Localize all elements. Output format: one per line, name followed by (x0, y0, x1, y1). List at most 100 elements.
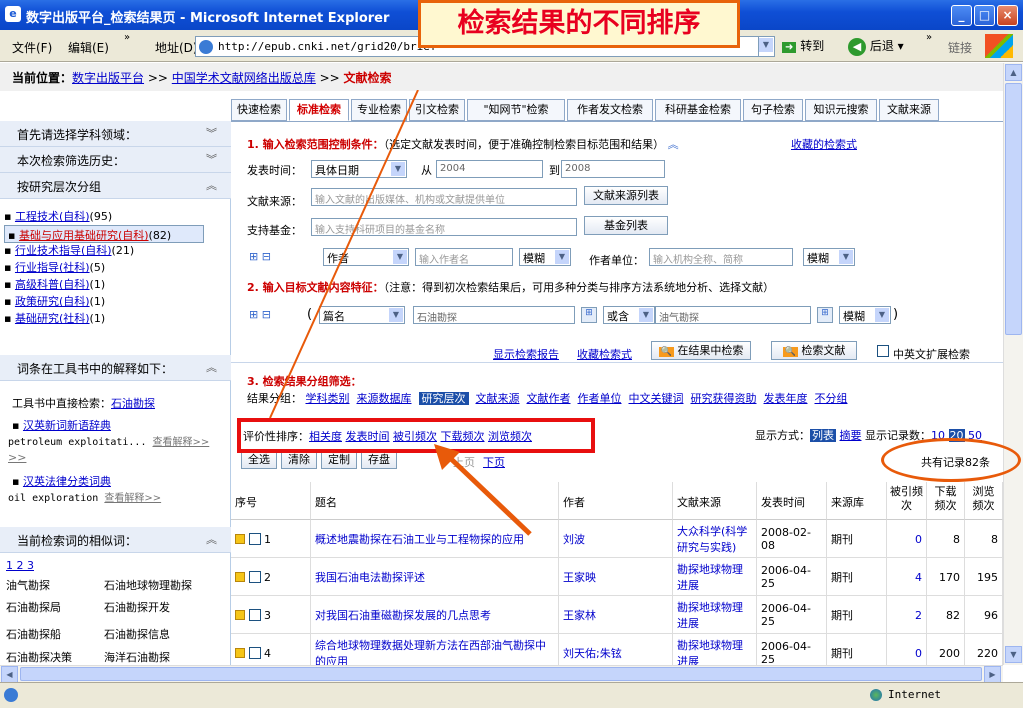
maximize-button[interactable]: □ (974, 5, 995, 26)
keyword2-input[interactable]: 油气勘探 (655, 306, 811, 324)
row-source[interactable]: 大众科学(科学研究与实践) (673, 520, 757, 558)
chevron-up-icon[interactable]: ︽ (668, 138, 679, 151)
go-button[interactable]: ➜ 转到 (782, 36, 824, 57)
row-title[interactable]: 对我国石油重磁勘探发展的几点思考 (311, 596, 559, 634)
col-header[interactable]: 下载频次 (927, 482, 965, 520)
scroll-down-icon[interactable]: ▼ (1005, 646, 1022, 663)
scroll-up-icon[interactable]: ▲ (1005, 64, 1022, 81)
saved-queries-link[interactable]: 收藏的检索式 (791, 136, 857, 152)
group-item-label[interactable]: 工程技术(自科) (15, 210, 90, 223)
group-item-label[interactable]: 行业指导(社科) (15, 261, 90, 274)
row-checkbox[interactable] (249, 609, 261, 621)
search-in-results-button[interactable]: 🔍 在结果中检索 (651, 341, 751, 360)
row-cited[interactable]: 0 (887, 520, 927, 558)
more-arrow[interactable]: » (926, 32, 932, 43)
table-row[interactable]: 2 我国石油电法勘探评述 王家映 勘探地球物理进展 2006-04-25 期刊 4 170 19… (231, 558, 1003, 596)
history-header[interactable]: 本次检索筛选历史： ︾ (0, 147, 231, 173)
row-author[interactable]: 王家林 (559, 596, 673, 634)
row-source[interactable]: 勘探地球物理进展 (673, 558, 757, 596)
row-cited[interactable]: 2 (887, 596, 927, 634)
tab-fund[interactable]: 科研基金检索 (655, 99, 741, 121)
author-match-select[interactable]: 模糊 ▼ (519, 248, 571, 266)
group-link[interactable]: 中文关键词 (629, 392, 684, 405)
tool-term-link[interactable]: 石油勘探 (111, 397, 155, 410)
row-checkbox[interactable] (249, 533, 261, 545)
row-checkbox[interactable] (249, 571, 261, 583)
similar-term[interactable]: 石油地球物理勘探 (104, 577, 192, 593)
date-to-input[interactable]: 2008 (561, 160, 665, 178)
scroll-thumb[interactable] (1005, 83, 1022, 335)
table-row[interactable]: 1 概述地震勘探在石油工业与工程物探的应用 刘波 大众科学(科学研究与实践) 2008-… (231, 520, 1003, 558)
tab-sentence[interactable]: 句子检索 (743, 99, 803, 121)
dict-link[interactable]: 汉英新词新语辞典 (23, 419, 111, 432)
group-link[interactable]: 文献来源 (476, 392, 520, 405)
menu-more[interactable]: » (124, 32, 130, 43)
address-dropdown[interactable]: ▼ (758, 36, 775, 57)
breadcrumb-home[interactable]: 数字出版平台 (72, 71, 144, 85)
horizontal-scrollbar[interactable]: ◀ ▶ (0, 665, 1003, 683)
tab-source[interactable]: 文献来源 (879, 99, 939, 121)
group-item-selected[interactable]: ▪ 基础与应用基础研究(自科)(82) (4, 225, 204, 243)
row-cited[interactable]: 4 (887, 558, 927, 596)
view-more-link[interactable]: >> (8, 451, 26, 464)
group-item-label[interactable]: 基础研究(社科) (15, 312, 90, 325)
scroll-thumb-h[interactable] (20, 667, 982, 681)
content-match-select[interactable]: 模糊 ▼ (839, 306, 891, 324)
group-item-label[interactable]: 政策研究(自科) (15, 295, 90, 308)
group-link[interactable]: 研究获得资助 (691, 392, 757, 405)
group-link[interactable]: 不分组 (815, 392, 848, 405)
scroll-right-icon[interactable]: ▶ (984, 666, 1001, 683)
back-button[interactable]: ◀ 后退 ▾ (848, 36, 904, 57)
row-checkbox[interactable] (249, 647, 261, 659)
row-author[interactable]: 刘波 (559, 520, 673, 558)
similar-term[interactable]: 油气勘探 (6, 577, 50, 593)
tab-knowledge-element[interactable]: 知识元搜索 (805, 99, 877, 121)
unit-input[interactable]: 输入机构全称、简称 (649, 248, 793, 266)
similar-term[interactable]: 石油勘探船 (6, 626, 61, 642)
bool-op-select[interactable]: 或含 ▼ (603, 306, 655, 324)
fund-list-button[interactable]: 基金列表 (584, 216, 668, 235)
group-link[interactable]: 作者单位 (578, 392, 622, 405)
unit-match-select[interactable]: 模糊 ▼ (803, 248, 855, 266)
group-item[interactable]: ▪ 高级科普(自科)(1) (4, 276, 105, 292)
similar-term[interactable]: 石油勘探局 (6, 599, 61, 615)
group-item-label[interactable]: 基础与应用基础研究(自科) (19, 229, 149, 242)
col-header[interactable]: 浏览频次 (965, 482, 1003, 520)
close-button[interactable]: × (997, 5, 1018, 26)
group-item[interactable]: ▪ 行业技术指导(自科)(21) (4, 242, 134, 258)
links-label[interactable]: 链接 (948, 39, 972, 56)
menu-edit[interactable]: 编辑(E) (68, 39, 109, 56)
tool-book-header[interactable]: 词条在工具书中的解释如下： ︽ (0, 355, 231, 381)
dict-link[interactable]: 汉英法律分类词典 (23, 475, 111, 488)
level-group-header[interactable]: 按研究层次分组 ︽ (0, 173, 231, 199)
similar-term[interactable]: 海洋石油勘探 (104, 649, 170, 665)
row-source[interactable]: 勘探地球物理进展 (673, 596, 757, 634)
source-list-button[interactable]: 文献来源列表 (584, 186, 668, 205)
group-link[interactable]: 发表年度 (764, 392, 808, 405)
tab-author[interactable]: 作者发文检索 (567, 99, 653, 121)
expand-checkbox[interactable] (877, 345, 889, 357)
view-more-link[interactable]: 查看解释>> (104, 493, 161, 504)
menu-file[interactable]: 文件(F) (12, 39, 52, 56)
view-more-link[interactable]: 查看解释>> (153, 437, 210, 448)
display-list[interactable]: 列表 (810, 429, 836, 442)
similar-term[interactable]: 石油勘探决策 (6, 649, 72, 665)
similar-term[interactable]: 石油勘探信息 (104, 626, 170, 642)
search-button[interactable]: 🔍 检索文献 (771, 341, 857, 360)
word-freq-icon[interactable]: ⊞ (581, 307, 597, 323)
col-header[interactable]: 被引频次 (887, 482, 927, 520)
pagination[interactable]: 1 2 3 (6, 559, 34, 572)
vertical-scrollbar[interactable]: ▲ ▼ (1003, 63, 1023, 665)
show-report-link[interactable]: 显示检索报告 (493, 346, 559, 362)
group-item[interactable]: ▪ 工程技术(自科)(95) (4, 208, 112, 224)
group-item[interactable]: ▪ 政策研究(自科)(1) (4, 293, 105, 309)
group-item[interactable]: ▪ 基础研究(社科)(1) (4, 310, 105, 326)
breadcrumb-library[interactable]: 中国学术文献网络出版总库 (172, 71, 316, 85)
group-link[interactable]: 文献作者 (527, 392, 571, 405)
save-query-link[interactable]: 收藏检索式 (577, 346, 632, 362)
col-header[interactable]: 发表时间 (757, 482, 827, 520)
minimize-button[interactable]: _ (951, 5, 972, 26)
scroll-left-icon[interactable]: ◀ (1, 666, 18, 683)
group-item-label[interactable]: 行业技术指导(自科) (15, 244, 112, 257)
row-author[interactable]: 王家映 (559, 558, 673, 596)
